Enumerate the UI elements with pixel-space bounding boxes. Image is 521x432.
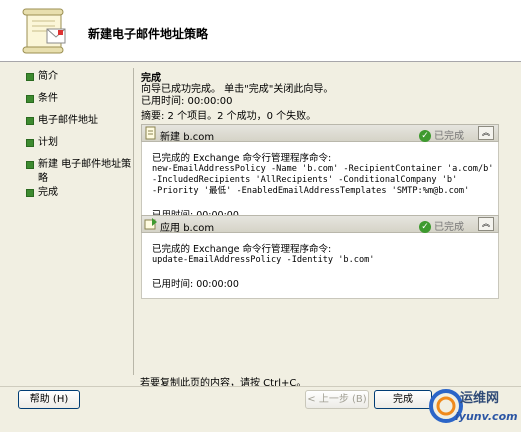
summary-line: 摘要: 2 个项目。2 个成功，0 个失败。 [141, 111, 317, 122]
page-title: 新建电子邮件地址策略 [88, 27, 209, 41]
task-panel-body: 已完成的 Exchange 命令行管理程序命令: update-EmailAdd… [141, 233, 499, 299]
collapse-button[interactable]: ︽ [478, 217, 494, 231]
apply-policy-icon [144, 218, 157, 230]
new-policy-icon [145, 126, 156, 140]
task-target: b.com [183, 223, 215, 234]
step-bullet-icon [26, 95, 34, 103]
step-bullet-icon [26, 161, 34, 169]
task-target: b.com [183, 132, 215, 143]
task-panel-header: 新建 b.com ✓ 已完成 ︽ [141, 124, 499, 143]
nav-step-new-policy: 新建 电子邮件地址策略 [26, 158, 134, 186]
nav-step-label: 条件 [38, 93, 58, 104]
nav-step-label: 简介 [38, 71, 58, 82]
task-elapsed: 已用时间: 00:00:00 [152, 279, 239, 290]
task-panel-apply: 应用 b.com ✓ 已完成 ︽ 已完成的 Exchange 命令行管理程序命令:… [141, 215, 499, 299]
wizard-header: 新建电子邮件地址策略 [0, 0, 521, 62]
step-bullet-icon [26, 73, 34, 81]
nav-step-completion: 完成 [26, 186, 134, 208]
summary-line: 已用时间: 00:00:00 [141, 96, 233, 107]
task-status: ✓ 已完成 [419, 218, 464, 233]
check-icon: ✓ [419, 130, 431, 142]
nav-step-email-address: 电子邮件地址 [26, 114, 134, 136]
step-bullet-icon [26, 139, 34, 147]
wizard-scroll-icon [22, 8, 66, 54]
step-bullet-icon [26, 117, 34, 125]
task-status: ✓ 已完成 [419, 127, 464, 142]
nav-step-label: 电子邮件地址 [38, 115, 98, 126]
command-intro: 已完成的 Exchange 命令行管理程序命令: [152, 153, 332, 164]
command-text: new-EmailAddressPolicy -Name 'b.com' -Re… [152, 164, 494, 196]
check-icon: ✓ [419, 221, 431, 233]
step-bullet-icon [26, 189, 34, 197]
help-button[interactable]: 帮助 (H) [18, 390, 80, 409]
task-action: 新建 [160, 132, 180, 143]
nav-step-label: 完成 [38, 187, 58, 198]
watermark-name: 运维网 [460, 391, 500, 406]
nav-step-conditions: 条件 [26, 92, 134, 114]
section-title: 完成 [141, 73, 161, 84]
summary-line: 向导已成功完成。 单击"完成"关闭此向导。 [141, 84, 334, 95]
task-panel-header: 应用 b.com ✓ 已完成 ︽ [141, 215, 499, 234]
finish-button[interactable]: 完成 [374, 390, 432, 409]
nav-step-intro: 简介 [26, 70, 134, 92]
collapse-button[interactable]: ︽ [478, 126, 494, 140]
back-button[interactable]: < 上一步 (B) [305, 390, 369, 409]
nav-step-schedule: 计划 [26, 136, 134, 158]
command-intro: 已完成的 Exchange 命令行管理程序命令: [152, 244, 332, 255]
completion-pane: 完成 向导已成功完成。 单击"完成"关闭此向导。 已用时间: 00:00:00 … [133, 68, 505, 375]
watermark-url: iyunv.com [455, 410, 518, 423]
chevron-up-icon: ︽ [482, 219, 490, 228]
command-text: update-EmailAddressPolicy -Identity 'b.c… [152, 255, 375, 265]
nav-step-label: 新建 电子邮件地址策略 [38, 159, 132, 184]
nav-step-label: 计划 [38, 137, 58, 148]
chevron-up-icon: ︽ [482, 128, 490, 137]
task-action: 应用 [160, 223, 180, 234]
wizard-steps-nav: 简介 条件 电子邮件地址 计划 新建 电子邮件地址策略 完成 [26, 70, 134, 208]
